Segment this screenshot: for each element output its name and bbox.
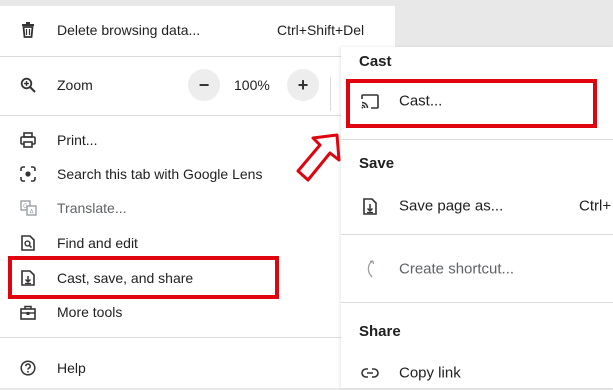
print-label: Print... <box>57 132 98 148</box>
save-page-icon <box>360 196 380 216</box>
help-label: Help <box>57 360 86 376</box>
menu-divider <box>0 115 395 116</box>
submenu-item-copy-link[interactable]: Copy link <box>341 356 613 390</box>
menu-item-more-tools[interactable]: More tools <box>0 295 395 329</box>
trash-icon <box>19 21 37 39</box>
menu-item-find-and-edit[interactable]: Find and edit <box>0 226 395 260</box>
zoom-separator <box>330 77 331 111</box>
submenu-item-save-page-as[interactable]: Save page as... Ctrl+ <box>341 189 613 223</box>
delete-browsing-shortcut: Ctrl+Shift+Del <box>277 22 365 38</box>
menu-divider <box>0 337 395 338</box>
save-page-label: Save page as... <box>399 197 504 215</box>
link-icon <box>360 363 380 383</box>
cast-heading: Cast <box>359 53 392 70</box>
delete-browsing-label: Delete browsing data... <box>57 22 201 38</box>
find-edit-label: Find and edit <box>57 235 138 251</box>
find-icon <box>19 234 37 252</box>
zoom-level: 100% <box>234 77 270 93</box>
menu-item-help[interactable]: Help <box>0 351 395 385</box>
create-shortcut-label: Create shortcut... <box>399 260 515 278</box>
menu-item-delete-browsing-data[interactable]: Delete browsing data... Ctrl+Shift+Del <box>0 13 395 47</box>
lens-label: Search this tab with Google Lens <box>57 166 263 182</box>
print-icon <box>19 131 37 149</box>
menu-item-zoom: Zoom − 100% + <box>0 68 395 102</box>
save-page-shortcut: Ctrl+ <box>579 197 612 215</box>
submenu-divider <box>341 139 613 140</box>
zoom-in-button[interactable]: + <box>287 69 319 101</box>
svg-text:G: G <box>23 203 28 210</box>
menu-item-translate[interactable]: GA Translate... <box>0 191 395 225</box>
save-heading: Save <box>359 155 395 172</box>
annotation-highlight-cast-save-share <box>8 256 279 299</box>
annotation-highlight-cast <box>346 79 597 128</box>
more-tools-label: More tools <box>57 304 123 320</box>
copy-link-label: Copy link <box>399 364 461 382</box>
submenu-item-create-shortcut[interactable]: Create shortcut... <box>341 252 613 286</box>
toolbox-icon <box>19 303 37 321</box>
translate-icon: GA <box>19 199 37 217</box>
help-icon <box>19 359 37 377</box>
zoom-out-button[interactable]: − <box>188 69 220 101</box>
translate-label: Translate... <box>57 200 127 216</box>
submenu-divider <box>341 234 613 235</box>
lens-icon <box>19 165 37 183</box>
share-heading: Share <box>359 323 401 340</box>
zoom-icon <box>19 76 37 94</box>
annotation-arrow-icon <box>292 130 352 190</box>
chrome-main-menu: Delete browsing data... Ctrl+Shift+Del Z… <box>0 6 395 388</box>
menu-divider <box>0 56 395 57</box>
shortcut-icon <box>360 259 380 279</box>
zoom-label: Zoom <box>57 77 93 93</box>
submenu-divider <box>341 302 613 303</box>
